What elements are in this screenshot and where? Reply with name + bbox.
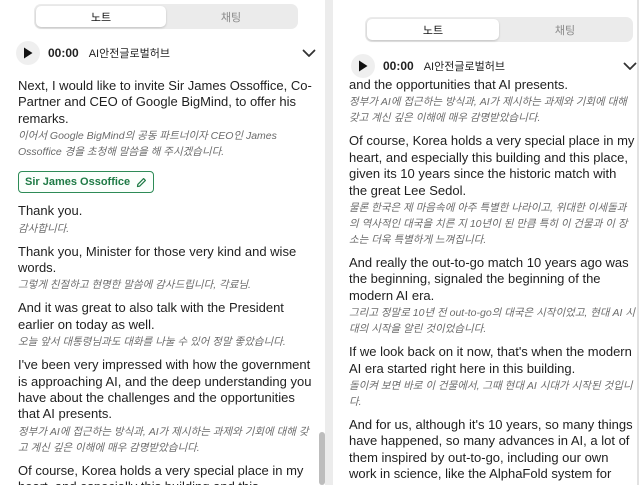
audio-player: 00:00 AI안전글로벌허브 bbox=[16, 40, 316, 66]
play-button[interactable] bbox=[351, 54, 375, 78]
segment-korean: 물론 한국은 제 마음속에 아주 특별한 나라이고, 위대한 이세돌과의 역사적… bbox=[349, 202, 628, 247]
tab-notes[interactable]: 노트 bbox=[367, 19, 499, 40]
transcript-segment: Next, I would like to invite Sir James O… bbox=[18, 78, 314, 160]
segment-english: And for us, although it's 10 years, so m… bbox=[349, 417, 633, 485]
segment-korean: 돌이켜 보면 바로 이 건물에서, 그때 현대 AI 시대가 시작된 것입니다. bbox=[349, 380, 633, 409]
segment-english: Thank you. bbox=[18, 203, 83, 219]
segment-english: and the opportunities that AI presents. bbox=[349, 77, 568, 92]
tab-chat[interactable]: 채팅 bbox=[166, 6, 296, 27]
transcript-segment: Of course, Korea holds a very special pl… bbox=[349, 133, 636, 248]
transcript-segment: Thank you, Minister for those very kind … bbox=[18, 244, 314, 294]
transcript-segment: and the opportunities that AI presents. … bbox=[349, 77, 636, 126]
recording-title: AI안전글로벌허브 bbox=[88, 48, 170, 60]
segment-english: Thank you, Minister for those very kind … bbox=[18, 243, 297, 276]
chevron-down-icon bbox=[302, 49, 316, 57]
recording-title: AI안전글로벌허브 bbox=[423, 61, 505, 73]
transcript-segment: I've been very impressed with how the go… bbox=[18, 357, 314, 456]
segment-english: Of course, Korea holds a very special pl… bbox=[18, 462, 304, 485]
segment-korean: 그렇게 친절하고 현명한 말씀에 감사드립니다, 각료님. bbox=[18, 279, 251, 292]
segment-korean: 오늘 앞서 대통령님과도 대화를 나눌 수 있어 정말 좋았습니다. bbox=[18, 336, 286, 349]
play-icon bbox=[359, 60, 368, 72]
expand-player-button[interactable] bbox=[302, 49, 316, 58]
transcript-segment: If we look back on it now, that's when t… bbox=[349, 344, 636, 410]
playback-time: 00:00 bbox=[48, 46, 79, 60]
transcript-content: and the opportunities that AI presents. … bbox=[349, 77, 636, 485]
chevron-down-icon bbox=[623, 62, 637, 70]
panel-divider bbox=[325, 0, 333, 485]
tab-bar: 노트 채팅 bbox=[34, 4, 298, 29]
segment-english: And it was great to also talk with the P… bbox=[18, 300, 284, 332]
transcript-segment: And really the out-to-go match 10 years … bbox=[349, 255, 636, 337]
segment-korean: 정부가 AI에 접근하는 방식과, AI가 제시하는 과제와 기회에 대해 갖고… bbox=[18, 425, 309, 454]
transcript-panel-right: 노트 채팅 00:00 AI안전글로벌허브 and the opportunit… bbox=[333, 0, 639, 485]
edit-icon[interactable] bbox=[136, 177, 147, 188]
tab-notes[interactable]: 노트 bbox=[36, 6, 166, 27]
transcript-segment: Of course, Korea holds a very special pl… bbox=[18, 463, 314, 485]
segment-english: Next, I would like to invite Sir James O… bbox=[18, 78, 312, 126]
expand-player-button[interactable] bbox=[623, 62, 637, 71]
segment-korean: 감사합니다. bbox=[18, 222, 70, 235]
transcript-content: Next, I would like to invite Sir James O… bbox=[18, 78, 314, 485]
transcript-segment: And for us, although it's 10 years, so m… bbox=[349, 417, 636, 485]
speaker-tag[interactable]: Sir James Ossoffice bbox=[18, 171, 155, 194]
segment-korean: 정부가 AI에 접근하는 방식과, AI가 제시하는 과제와 기회에 대해 갖고… bbox=[349, 96, 627, 125]
play-button[interactable] bbox=[16, 41, 40, 65]
audio-player: 00:00 AI안전글로벌허브 bbox=[351, 53, 637, 79]
play-icon bbox=[24, 47, 33, 59]
tab-chat[interactable]: 채팅 bbox=[499, 19, 631, 40]
transcript-panel-left: 노트 채팅 00:00 AI안전글로벌허브 Next, I would like… bbox=[0, 0, 325, 485]
segment-english: Of course, Korea holds a very special pl… bbox=[349, 133, 635, 198]
segment-english: If we look back on it now, that's when t… bbox=[349, 344, 632, 376]
segment-korean: 그리고 정말로 10년 전 out-to-go의 대국은 시작이었고, 현대 A… bbox=[349, 307, 635, 336]
speaker-name: Sir James Ossoffice bbox=[25, 176, 131, 189]
segment-korean: 이어서 Google BigMind의 공동 파트너이자 CEO인 James … bbox=[18, 130, 277, 159]
tab-bar: 노트 채팅 bbox=[365, 17, 633, 42]
segment-english: I've been very impressed with how the go… bbox=[18, 357, 312, 422]
transcript-segment: Thank you. 감사합니다. bbox=[18, 203, 314, 236]
transcript-segment: And it was great to also talk with the P… bbox=[18, 300, 314, 350]
segment-english: And really the out-to-go match 10 years … bbox=[349, 255, 629, 303]
playback-time: 00:00 bbox=[383, 59, 414, 73]
